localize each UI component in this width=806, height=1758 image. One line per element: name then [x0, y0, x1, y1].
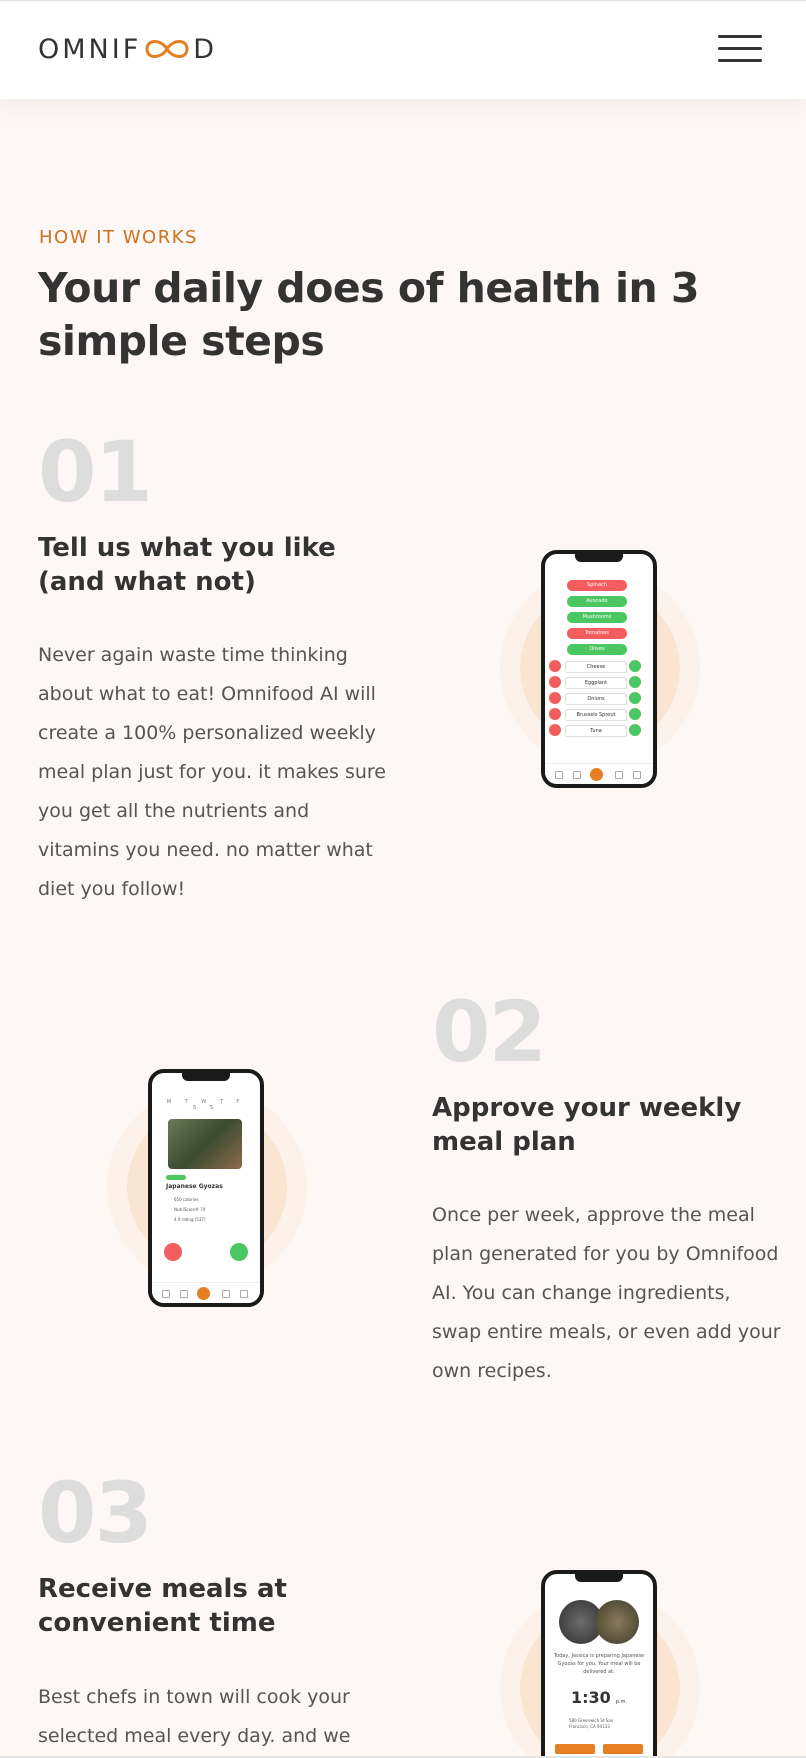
tab-icon: [615, 771, 623, 779]
thumbs-down-icon: [164, 1243, 182, 1261]
step-1-phone-illustration: Spinach Avocado Mushrooms Tomatoes Olive…: [495, 548, 705, 788]
step-2-phone-illustration: M T W T F S S Japanese Gyozas 650 calori…: [102, 1067, 312, 1307]
preference-pill: Avocado: [567, 596, 627, 607]
ingredient-label: Brussels Sprout: [565, 709, 627, 721]
meal-photo: [168, 1119, 242, 1169]
logo-text-right: D: [193, 33, 218, 65]
section-eyebrow: HOW IT WORKS: [39, 227, 198, 248]
like-icon: [629, 708, 641, 720]
tab-icon: [222, 1290, 230, 1298]
like-icon: [629, 660, 641, 672]
check-icon: [590, 768, 603, 781]
ingredient-label: Eggplant: [565, 677, 627, 689]
meal-photo: [595, 1600, 639, 1644]
dislike-icon: [549, 708, 561, 720]
like-icon: [629, 724, 641, 736]
action-button: [555, 1744, 595, 1754]
delivery-address: 580 Greenwich St San Francisco, CA 94133: [569, 1718, 614, 1729]
meal-name: Japanese Gyozas: [166, 1183, 223, 1190]
meal-fact: 650 calories: [174, 1197, 199, 1202]
preparation-message: Today, Jessica is preparing Japanese Gyo…: [553, 1653, 645, 1675]
tab-icon: [573, 771, 581, 779]
omnifood-logo[interactable]: OMNIF D: [38, 33, 218, 65]
phone-mockup: Today, Jessica is preparing Japanese Gyo…: [541, 1570, 657, 1758]
ingredient-row: Brussels Sprout: [549, 708, 641, 721]
delivery-time-suffix: p.m.: [615, 1699, 628, 1705]
ingredient-row: Eggplant: [549, 676, 641, 689]
tab-icon: [162, 1290, 170, 1298]
meal-tag: [166, 1175, 186, 1180]
action-button: [603, 1744, 643, 1754]
site-header: OMNIF D: [0, 0, 806, 99]
dislike-icon: [549, 660, 561, 672]
preference-pill: Tomatoes: [567, 628, 627, 639]
check-icon: [197, 1287, 210, 1300]
ingredient-row: Tuna: [549, 724, 641, 737]
ingredient-row: Onions: [549, 692, 641, 705]
phone-notch: [575, 1574, 623, 1582]
phone-notch: [182, 1073, 230, 1081]
like-icon: [629, 676, 641, 688]
step-title: Approve your weekly meal plan: [432, 1093, 742, 1157]
phone-notch: [575, 554, 623, 562]
step-title: Tell us what you like (and what not): [38, 533, 336, 597]
tab-icon: [633, 771, 641, 779]
section-heading: Your daily does of health in 3 simple st…: [38, 264, 700, 365]
ingredient-row: Cheese: [549, 660, 641, 673]
ingredient-label: Tuna: [565, 725, 627, 737]
thumbs-up-icon: [230, 1243, 248, 1261]
tab-icon: [555, 771, 563, 779]
hamburger-menu-icon[interactable]: [718, 35, 762, 65]
like-icon: [629, 692, 641, 704]
phone-tab-bar: [545, 763, 653, 784]
step-number: 03: [38, 1464, 153, 1562]
infinity-logo-icon: [145, 40, 189, 58]
delivery-time-value: 1:30: [570, 1688, 611, 1707]
step-description: Once per week, approve the meal plan gen…: [432, 1204, 781, 1382]
dislike-icon: [549, 676, 561, 688]
preference-pill: Mushrooms: [567, 612, 627, 623]
preference-pill: Olives: [567, 644, 627, 655]
tab-icon: [180, 1290, 188, 1298]
dislike-icon: [549, 692, 561, 704]
meal-fact: 4.9 rating (537): [174, 1217, 206, 1222]
tab-icon: [240, 1290, 248, 1298]
phone-mockup: Spinach Avocado Mushrooms Tomatoes Olive…: [541, 550, 657, 788]
step-description: Best chefs in town will cook your select…: [38, 1686, 351, 1747]
weekday-selector: M T W T F S S: [166, 1099, 246, 1111]
phone-mockup: M T W T F S S Japanese Gyozas 650 calori…: [148, 1069, 264, 1307]
ingredient-label: Onions: [565, 693, 627, 705]
dislike-icon: [549, 724, 561, 736]
step-title: Receive meals at convenient time: [38, 1574, 287, 1638]
step-number: 02: [432, 983, 547, 1081]
step-number: 01: [38, 423, 153, 521]
step-3-phone-illustration: Today, Jessica is preparing Japanese Gyo…: [495, 1568, 705, 1758]
logo-text-left: OMNIF: [38, 33, 142, 65]
phone-tab-bar: [152, 1282, 260, 1303]
meal-fact: NutriScore® 74: [174, 1207, 206, 1212]
delivery-time: 1:30 p.m.: [567, 1688, 631, 1707]
preference-pill: Spinach: [567, 580, 627, 591]
ingredient-label: Cheese: [565, 661, 627, 673]
step-description: Never again waste time thinking about wh…: [38, 644, 386, 900]
